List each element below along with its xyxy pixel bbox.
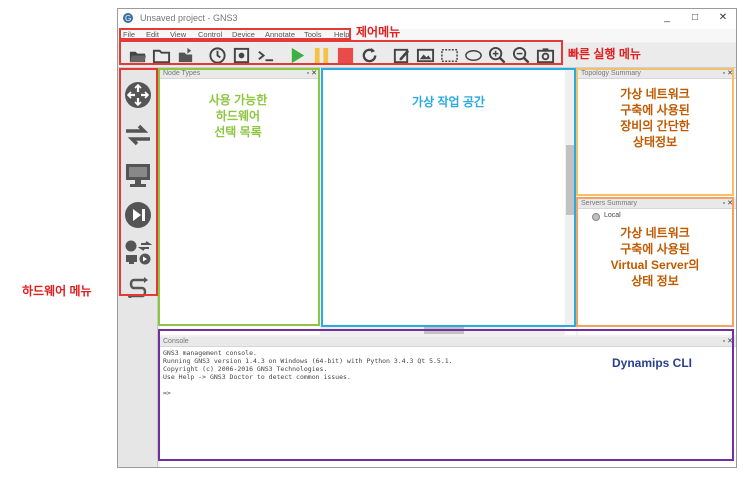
control-menu-highlight [119, 28, 351, 40]
cli-annotation: Dynamips CLI [612, 356, 693, 370]
quick-menu-highlight [119, 40, 563, 65]
close-button[interactable]: ✕ [712, 11, 734, 25]
minimize-button[interactable]: _ [656, 11, 678, 25]
annotation-line: 상태 정보 [631, 274, 679, 288]
quick-menu-label: 빠른 실행 메뉴 [568, 47, 641, 61]
workspace-annotation: 가상 작업 공간 [412, 95, 485, 109]
annotation-line: Virtual Server의 [610, 258, 700, 272]
hardware-list-annotation: 사용 가능한 하드웨어 선택 목록 [162, 92, 314, 140]
hardware-menu-highlight [119, 68, 158, 296]
control-menu-label: 제어메뉴 [356, 25, 401, 39]
annotation-line: 장비의 간단한 [620, 119, 690, 133]
maximize-button[interactable]: □ [684, 11, 706, 25]
svg-text:G: G [125, 14, 131, 23]
server-annotation: 가상 네트워크 구축에 사용된 Virtual Server의 상태 정보 [578, 225, 732, 289]
annotation-line: 하드웨어 [215, 109, 261, 123]
topology-annotation: 가상 네트워크 구축에 사용된 장비의 간단한 상태정보 [578, 86, 732, 150]
annotation-line: 사용 가능한 [208, 93, 268, 107]
gns3-app-icon: G [123, 13, 133, 23]
title-bar: G Unsaved project - GNS3 _ □ ✕ [118, 9, 736, 29]
hardware-menu-label: 하드웨어 메뉴 [22, 284, 92, 298]
annotation-line: 가상 네트워크 [620, 87, 690, 101]
annotation-line: 가상 네트워크 [620, 226, 690, 240]
annotation-line: 구축에 사용된 [620, 103, 690, 117]
annotation-line: 상태정보 [632, 135, 678, 149]
window-title: Unsaved project - GNS3 [140, 13, 238, 23]
console-highlight [158, 329, 734, 461]
annotation-line: 선택 목록 [214, 125, 262, 139]
annotation-line: 구축에 사용된 [620, 242, 690, 256]
